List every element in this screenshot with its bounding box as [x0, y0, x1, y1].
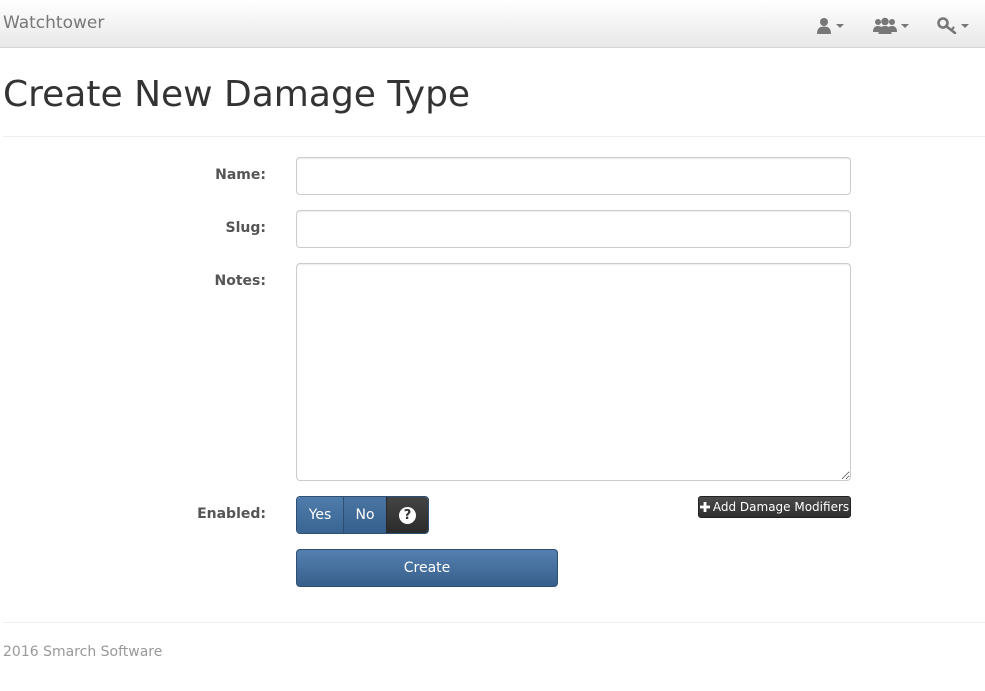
page-title: Create New Damage Type: [3, 74, 471, 115]
name-label: Name:: [215, 167, 266, 183]
footer-text: 2016 Smarch Software: [3, 644, 163, 660]
slug-input[interactable]: [296, 210, 851, 248]
enabled-yes-button[interactable]: Yes: [297, 497, 344, 533]
enabled-no-button[interactable]: No: [344, 497, 387, 533]
name-input[interactable]: [296, 157, 851, 195]
question-circle-icon: ?: [399, 506, 416, 524]
user-menu-dropdown[interactable]: [816, 14, 844, 36]
notes-label: Notes:: [214, 273, 266, 289]
navbar: Watchtower: [0, 0, 985, 48]
user-icon: [817, 17, 831, 34]
chevron-down-icon: [901, 24, 909, 28]
footer-divider: [3, 622, 985, 623]
chevron-down-icon: [836, 24, 844, 28]
key-icon: [937, 16, 957, 34]
add-damage-modifiers-button[interactable]: Add Damage Modifiers: [698, 496, 851, 518]
brand-link[interactable]: Watchtower: [3, 13, 104, 33]
plus-icon: [699, 502, 710, 512]
header-divider: [3, 136, 985, 137]
help-button[interactable]: ?: [387, 497, 428, 533]
enabled-label: Enabled:: [197, 506, 266, 522]
create-button[interactable]: Create: [296, 549, 558, 587]
enabled-toggle-group: Yes No ?: [296, 496, 429, 534]
users-icon: [873, 17, 897, 34]
key-menu-dropdown[interactable]: [937, 14, 969, 36]
chevron-down-icon: [961, 24, 969, 28]
users-menu-dropdown[interactable]: [873, 14, 909, 36]
add-damage-modifiers-label: Add Damage Modifiers: [712, 500, 850, 514]
slug-label: Slug:: [225, 220, 266, 236]
notes-textarea[interactable]: [296, 263, 851, 481]
